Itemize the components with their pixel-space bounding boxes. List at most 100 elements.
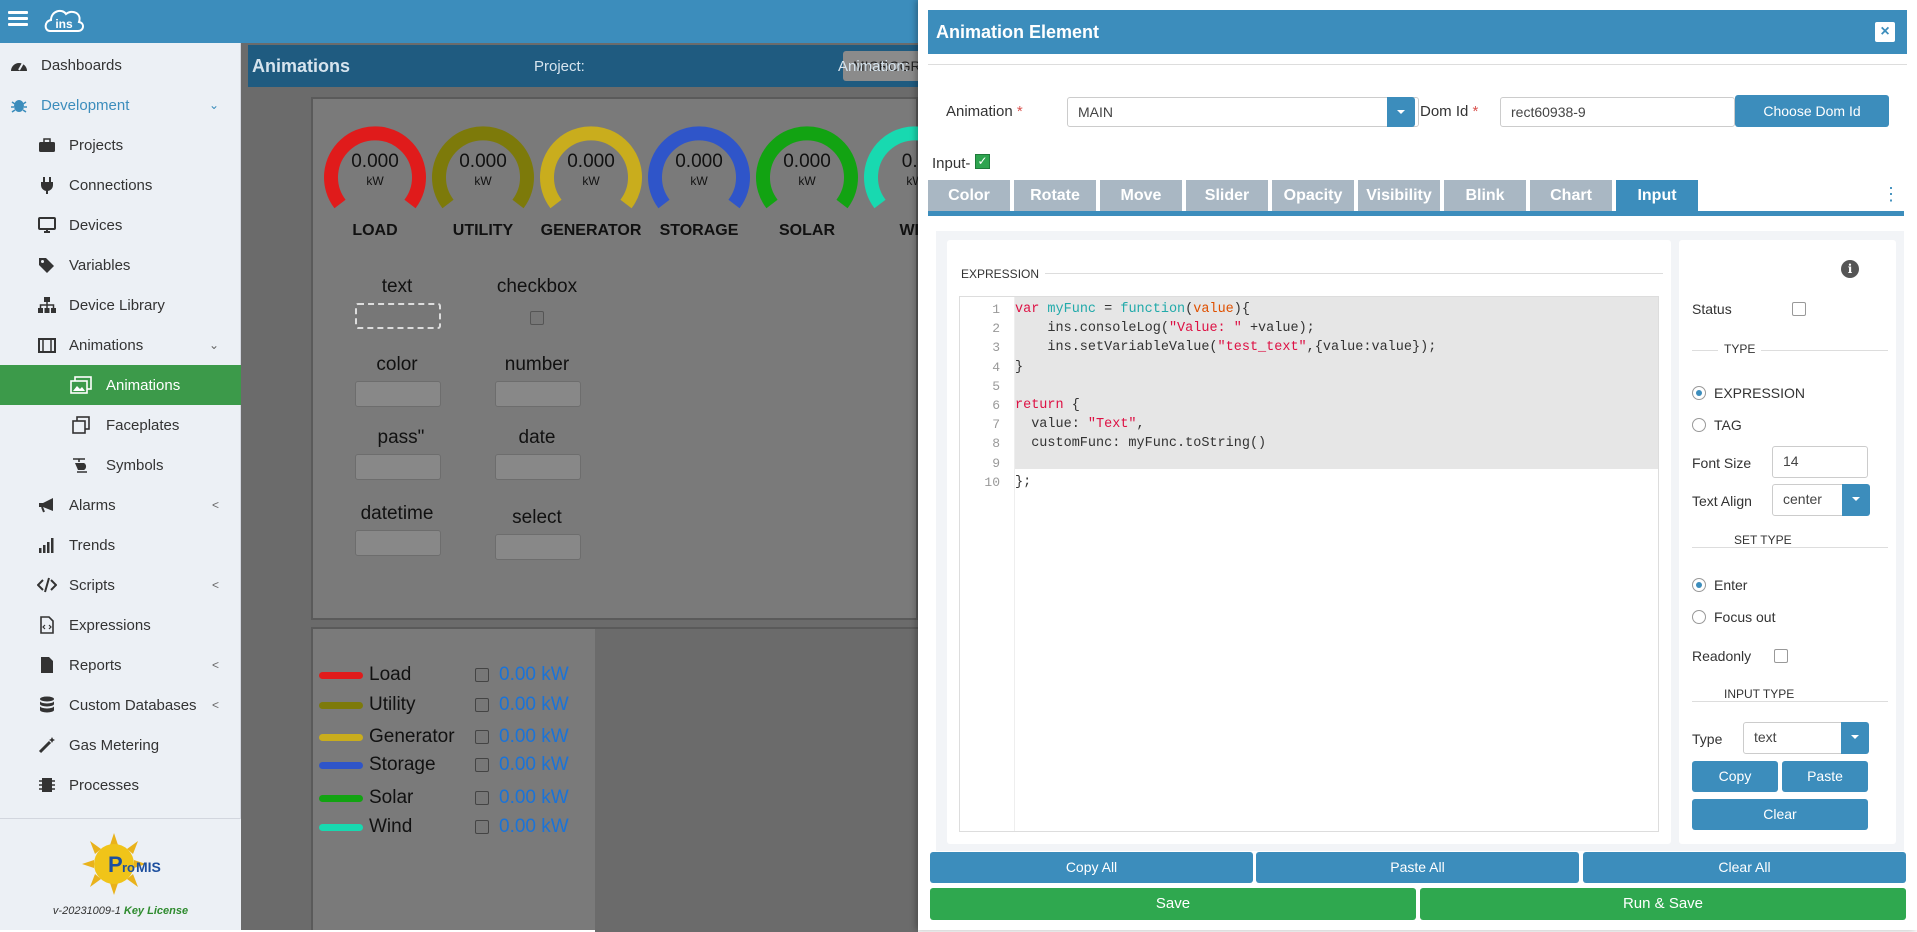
font-size-input[interactable]: 14 (1772, 446, 1868, 478)
legend-checkbox[interactable] (475, 730, 489, 744)
field-label-text: text (381, 276, 413, 297)
readonly-checkbox[interactable] (1774, 649, 1788, 663)
legend-swatch (319, 823, 363, 831)
sidebar-item-animations[interactable]: Animations (0, 365, 241, 405)
animation-element-modal: Animation Element × Animation * MAIN Dom… (918, 0, 1917, 930)
tab-input[interactable]: Input (1616, 180, 1698, 211)
tab-move[interactable]: Move (1100, 180, 1182, 211)
sidebar-item-connections[interactable]: Connections (0, 165, 241, 205)
version-info: v-20231009-1 Key License (0, 905, 241, 917)
type-tag-radio[interactable] (1692, 418, 1706, 432)
chevron-down-icon[interactable] (1841, 722, 1869, 754)
sidebar-item-devices[interactable]: Devices (0, 205, 241, 245)
divider (1692, 547, 1888, 548)
legend-checkbox[interactable] (475, 698, 489, 712)
tab-chart[interactable]: Chart (1530, 180, 1612, 211)
svg-text:ro: ro (122, 860, 135, 875)
more-vertical-icon[interactable]: ⋮ (1878, 180, 1904, 211)
code-line: ins.consoleLog("Value: " +value); (1015, 321, 1315, 337)
sidebar-item-label: Symbols (106, 456, 164, 474)
input-checkbox[interactable]: ✓ (975, 154, 990, 169)
clear-button[interactable]: Clear (1692, 799, 1868, 830)
gauge-icon (8, 56, 30, 74)
sidebar-item-gas-metering[interactable]: Gas Metering (0, 725, 241, 765)
status-checkbox[interactable] (1792, 302, 1806, 316)
type-expression-radio[interactable] (1692, 386, 1706, 400)
legend-value: 0.00 kW (499, 816, 569, 837)
sidebar-item-label: Variables (69, 256, 131, 274)
field-label-date: date (518, 427, 556, 448)
sidebar-item-alarms[interactable]: Alarms < (0, 485, 241, 525)
tab-rotate[interactable]: Rotate (1014, 180, 1096, 211)
sidebar-item-animations-group[interactable]: Animations ⌄ (0, 325, 241, 365)
save-button[interactable]: Save (930, 888, 1416, 920)
domid-input[interactable]: rect60938-9 (1500, 97, 1735, 127)
animation-select[interactable]: MAIN (1067, 97, 1419, 127)
sidebar-item-development[interactable]: Development ⌄ (0, 85, 241, 125)
sidebar-item-processes[interactable]: Processes (0, 765, 241, 805)
code-line: }; (1015, 474, 1032, 490)
file-icon (36, 656, 58, 674)
select-field[interactable] (495, 534, 581, 560)
sidebar-item-faceplates[interactable]: Faceplates (0, 405, 241, 445)
legend-checkbox[interactable] (475, 791, 489, 805)
ins-logo: ins (44, 9, 84, 32)
focus-out-radio[interactable] (1692, 610, 1706, 624)
sidebar-item-dashboards[interactable]: Dashboards (0, 45, 241, 85)
sidebar-item-symbols[interactable]: Symbols (0, 445, 241, 485)
sidebar-item-trends[interactable]: Trends (0, 525, 241, 565)
film-icon (36, 336, 58, 354)
menu-toggle-icon[interactable] (8, 11, 28, 27)
paste-all-button[interactable]: Paste All (1256, 852, 1579, 883)
tab-blink[interactable]: Blink (1444, 180, 1526, 211)
chevron-left-icon: < (211, 498, 219, 512)
copy-all-button[interactable]: Copy All (930, 852, 1253, 883)
animations-header: Animations Project: MICROGRID Animation: (248, 45, 1077, 87)
choose-domid-button[interactable]: Choose Dom Id (1735, 95, 1889, 127)
text-field[interactable] (355, 303, 441, 329)
datetime-field[interactable] (355, 530, 441, 556)
copy-button[interactable]: Copy (1692, 761, 1778, 792)
sidebar-item-reports[interactable]: Reports < (0, 645, 241, 685)
sidebar-item-custom-databases[interactable]: Custom Databases < (0, 685, 241, 725)
animation-label-text: Animation (946, 103, 1013, 120)
legend-checkbox[interactable] (475, 820, 489, 834)
tab-slider[interactable]: Slider (1186, 180, 1268, 211)
color-field[interactable] (355, 381, 441, 407)
code-editor[interactable]: 1 var myFunc = function(value){2 ins.cons… (959, 296, 1659, 832)
legend-name: Generator (369, 726, 455, 747)
paste-button[interactable]: Paste (1782, 761, 1868, 792)
legend-checkbox[interactable] (475, 758, 489, 772)
close-icon[interactable]: × (1875, 22, 1895, 42)
images-icon (70, 376, 92, 394)
sidebar-item-variables[interactable]: Variables (0, 245, 241, 285)
password-field[interactable] (355, 454, 441, 480)
sidebar-item-expressions[interactable]: Expressions (0, 605, 241, 645)
tab-opacity[interactable]: Opacity (1272, 180, 1354, 211)
type-expression-label: EXPRESSION (1714, 385, 1806, 401)
line-number: 8 (992, 436, 1000, 452)
gauge-unit: kW (366, 174, 384, 188)
info-icon[interactable]: i (1841, 260, 1859, 278)
date-field[interactable] (495, 454, 581, 480)
sidebar-item-label: Device Library (69, 296, 165, 314)
checkbox-field[interactable] (530, 311, 544, 325)
tab-color[interactable]: Color (928, 180, 1010, 211)
tab-visibility[interactable]: Visibility (1358, 180, 1440, 211)
legend-checkbox[interactable] (475, 668, 489, 682)
chevron-down-icon[interactable] (1842, 484, 1870, 516)
promis-logo: P ro MIS (82, 833, 161, 895)
code-line: ins.setVariableValue("test_text",{value:… (1015, 340, 1437, 356)
sidebar-item-scripts[interactable]: Scripts < (0, 565, 241, 605)
clear-all-button[interactable]: Clear All (1583, 852, 1906, 883)
legend-value: 0.00 kW (499, 694, 569, 715)
sidebar-item-device-library[interactable]: Device Library (0, 285, 241, 325)
legend-item: Storage 0.00 kW (319, 753, 589, 777)
animation-field-label: Animation * (946, 103, 1023, 120)
chevron-down-icon[interactable] (1387, 97, 1415, 127)
signal-icon (36, 536, 58, 554)
sidebar-item-projects[interactable]: Projects (0, 125, 241, 165)
enter-radio[interactable] (1692, 578, 1706, 592)
run-save-button[interactable]: Run & Save (1420, 888, 1906, 920)
number-field[interactable] (495, 381, 581, 407)
